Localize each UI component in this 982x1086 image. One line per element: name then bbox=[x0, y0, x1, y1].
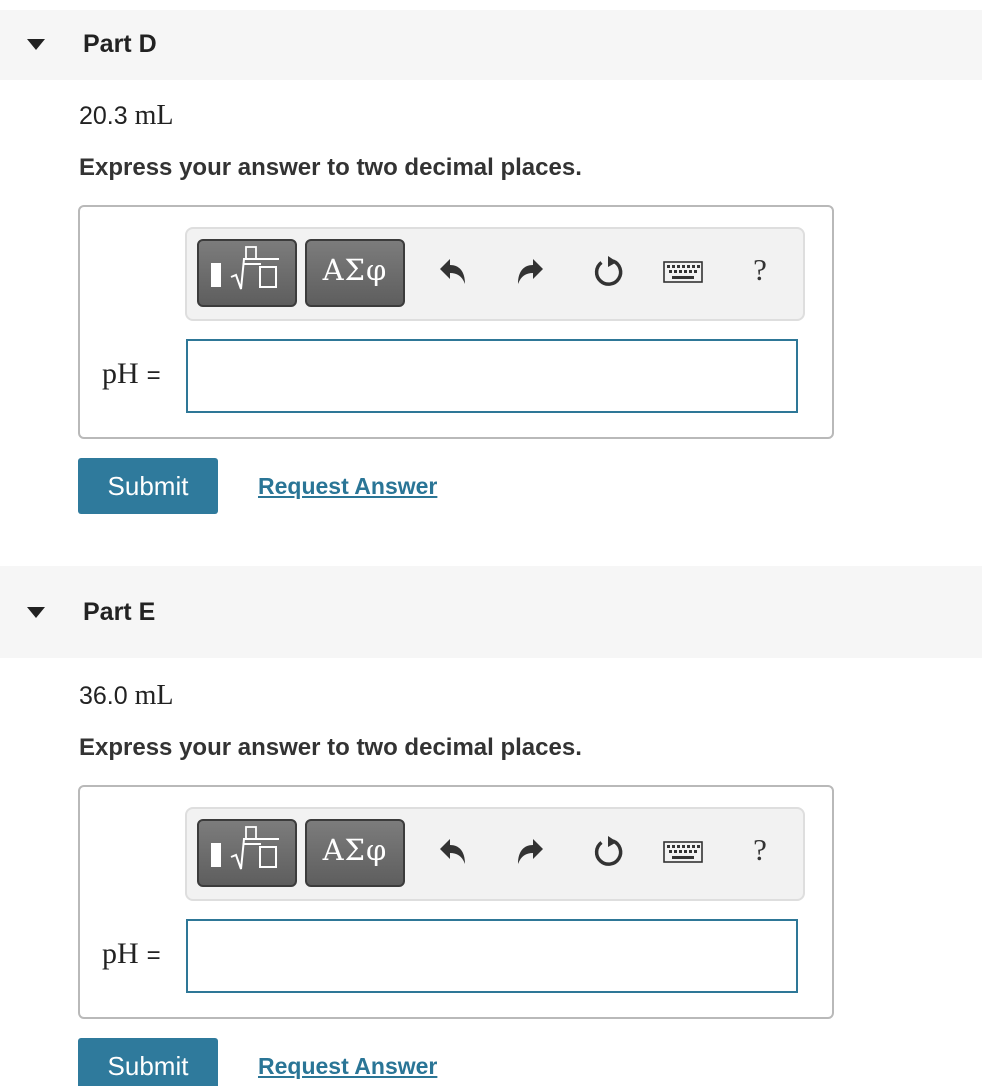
templates-button[interactable] bbox=[197, 819, 297, 887]
answer-label: pH = bbox=[102, 937, 161, 971]
reset-button[interactable] bbox=[586, 831, 628, 873]
page: Part D 20.3 mL Express your answer to tw… bbox=[0, 0, 982, 1086]
part-e-header[interactable]: Part E bbox=[0, 566, 982, 658]
templates-icon bbox=[211, 246, 279, 290]
part-title: Part E bbox=[83, 598, 156, 626]
math-toolbar: ΑΣφ ? bbox=[185, 227, 805, 321]
answer-variable: pH bbox=[102, 937, 139, 970]
instruction-text: Express your answer to two decimal place… bbox=[79, 734, 582, 761]
help-button[interactable]: ? bbox=[739, 249, 781, 291]
keyboard-icon bbox=[663, 841, 703, 863]
redo-button[interactable] bbox=[509, 251, 551, 293]
ph-answer-input[interactable] bbox=[186, 339, 798, 413]
math-toolbar: ΑΣφ ? bbox=[185, 807, 805, 901]
given-value: 36.0 bbox=[79, 682, 128, 710]
redo-icon bbox=[518, 259, 543, 284]
instruction-text: Express your answer to two decimal place… bbox=[79, 154, 582, 181]
part-title: Part D bbox=[83, 30, 157, 58]
undo-icon bbox=[440, 259, 465, 284]
keyboard-button[interactable] bbox=[662, 831, 704, 873]
redo-icon bbox=[518, 839, 543, 864]
undo-icon bbox=[440, 839, 465, 864]
answer-box: ΑΣφ ? pH = bbox=[78, 205, 834, 439]
given-volume: 36.0 mL bbox=[79, 680, 174, 712]
submit-button[interactable]: Submit bbox=[78, 1038, 218, 1086]
reset-icon bbox=[594, 256, 623, 286]
equals-sign: = bbox=[146, 362, 161, 389]
keyboard-icon bbox=[663, 261, 703, 283]
greek-symbols-label: ΑΣφ bbox=[322, 253, 388, 287]
request-answer-link[interactable]: Request Answer bbox=[258, 473, 437, 500]
templates-button[interactable] bbox=[197, 239, 297, 307]
help-icon: ? bbox=[753, 252, 767, 287]
redo-button[interactable] bbox=[509, 831, 551, 873]
ph-answer-input[interactable] bbox=[186, 919, 798, 993]
collapse-triangle-icon[interactable] bbox=[27, 39, 45, 50]
reset-button[interactable] bbox=[586, 251, 628, 293]
equals-sign: = bbox=[146, 942, 161, 969]
given-volume: 20.3 mL bbox=[79, 100, 174, 132]
undo-button[interactable] bbox=[432, 831, 474, 873]
greek-symbols-button[interactable]: ΑΣφ bbox=[305, 239, 405, 307]
answer-variable: pH bbox=[102, 357, 139, 390]
reset-icon bbox=[594, 836, 623, 866]
undo-button[interactable] bbox=[432, 251, 474, 293]
given-value: 20.3 bbox=[79, 102, 128, 130]
submit-button[interactable]: Submit bbox=[78, 458, 218, 514]
given-unit: mL bbox=[134, 680, 174, 711]
answer-label: pH = bbox=[102, 357, 161, 391]
answer-box: ΑΣφ ? pH = bbox=[78, 785, 834, 1019]
collapse-triangle-icon[interactable] bbox=[27, 607, 45, 618]
given-unit: mL bbox=[134, 100, 174, 131]
greek-symbols-label: ΑΣφ bbox=[322, 833, 388, 867]
templates-icon bbox=[211, 826, 279, 870]
greek-symbols-button[interactable]: ΑΣφ bbox=[305, 819, 405, 887]
help-icon: ? bbox=[753, 832, 767, 867]
keyboard-button[interactable] bbox=[662, 251, 704, 293]
part-d-header[interactable]: Part D bbox=[0, 10, 982, 80]
help-button[interactable]: ? bbox=[739, 829, 781, 871]
request-answer-link[interactable]: Request Answer bbox=[258, 1053, 437, 1080]
